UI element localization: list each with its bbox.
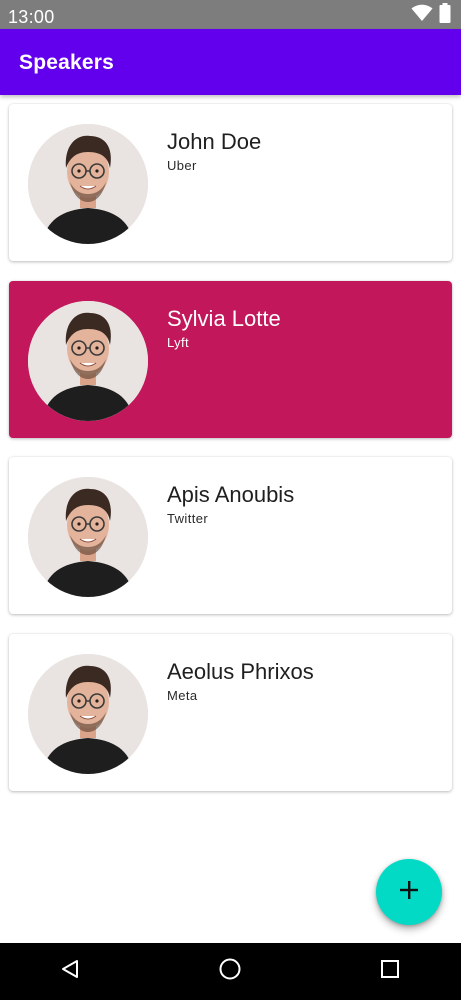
speaker-company: Twitter <box>167 511 209 526</box>
back-icon <box>59 958 81 985</box>
speaker-name: Aeolus Phrixos <box>167 659 314 684</box>
status-time: 13:00 <box>8 7 55 27</box>
speaker-card[interactable]: John Doe Uber <box>9 104 452 261</box>
app-bar: Speakers <box>0 29 461 95</box>
recents-button[interactable] <box>370 953 410 989</box>
speaker-name: Sylvia Lotte <box>167 306 281 331</box>
speaker-card-selected[interactable]: Sylvia Lotte Lyft <box>9 281 452 438</box>
speaker-card[interactable]: Apis Anoubis Twitter <box>9 457 452 614</box>
wifi-icon <box>411 4 433 27</box>
speaker-company: Uber <box>167 158 197 173</box>
page-title: Speakers <box>19 51 115 74</box>
speaker-avatar <box>28 654 148 774</box>
speaker-company: Meta <box>167 688 198 703</box>
system-nav-bar <box>0 943 461 1000</box>
recents-icon <box>380 959 400 984</box>
speaker-name: John Doe <box>167 129 262 154</box>
add-speaker-button[interactable] <box>376 859 442 925</box>
speaker-avatar <box>28 301 148 421</box>
speaker-card[interactable]: Aeolus Phrixos Meta <box>9 634 452 791</box>
speaker-avatar <box>28 477 148 597</box>
speaker-name: Apis Anoubis <box>167 482 295 507</box>
home-button[interactable] <box>210 953 250 989</box>
speaker-company: Lyft <box>167 335 190 350</box>
home-icon <box>218 957 242 986</box>
speaker-avatar <box>28 124 148 244</box>
add-icon <box>398 879 420 906</box>
battery-icon <box>439 2 451 28</box>
status-bar: 13:00 <box>0 0 461 29</box>
status-icons <box>411 2 451 28</box>
back-button[interactable] <box>50 953 90 989</box>
